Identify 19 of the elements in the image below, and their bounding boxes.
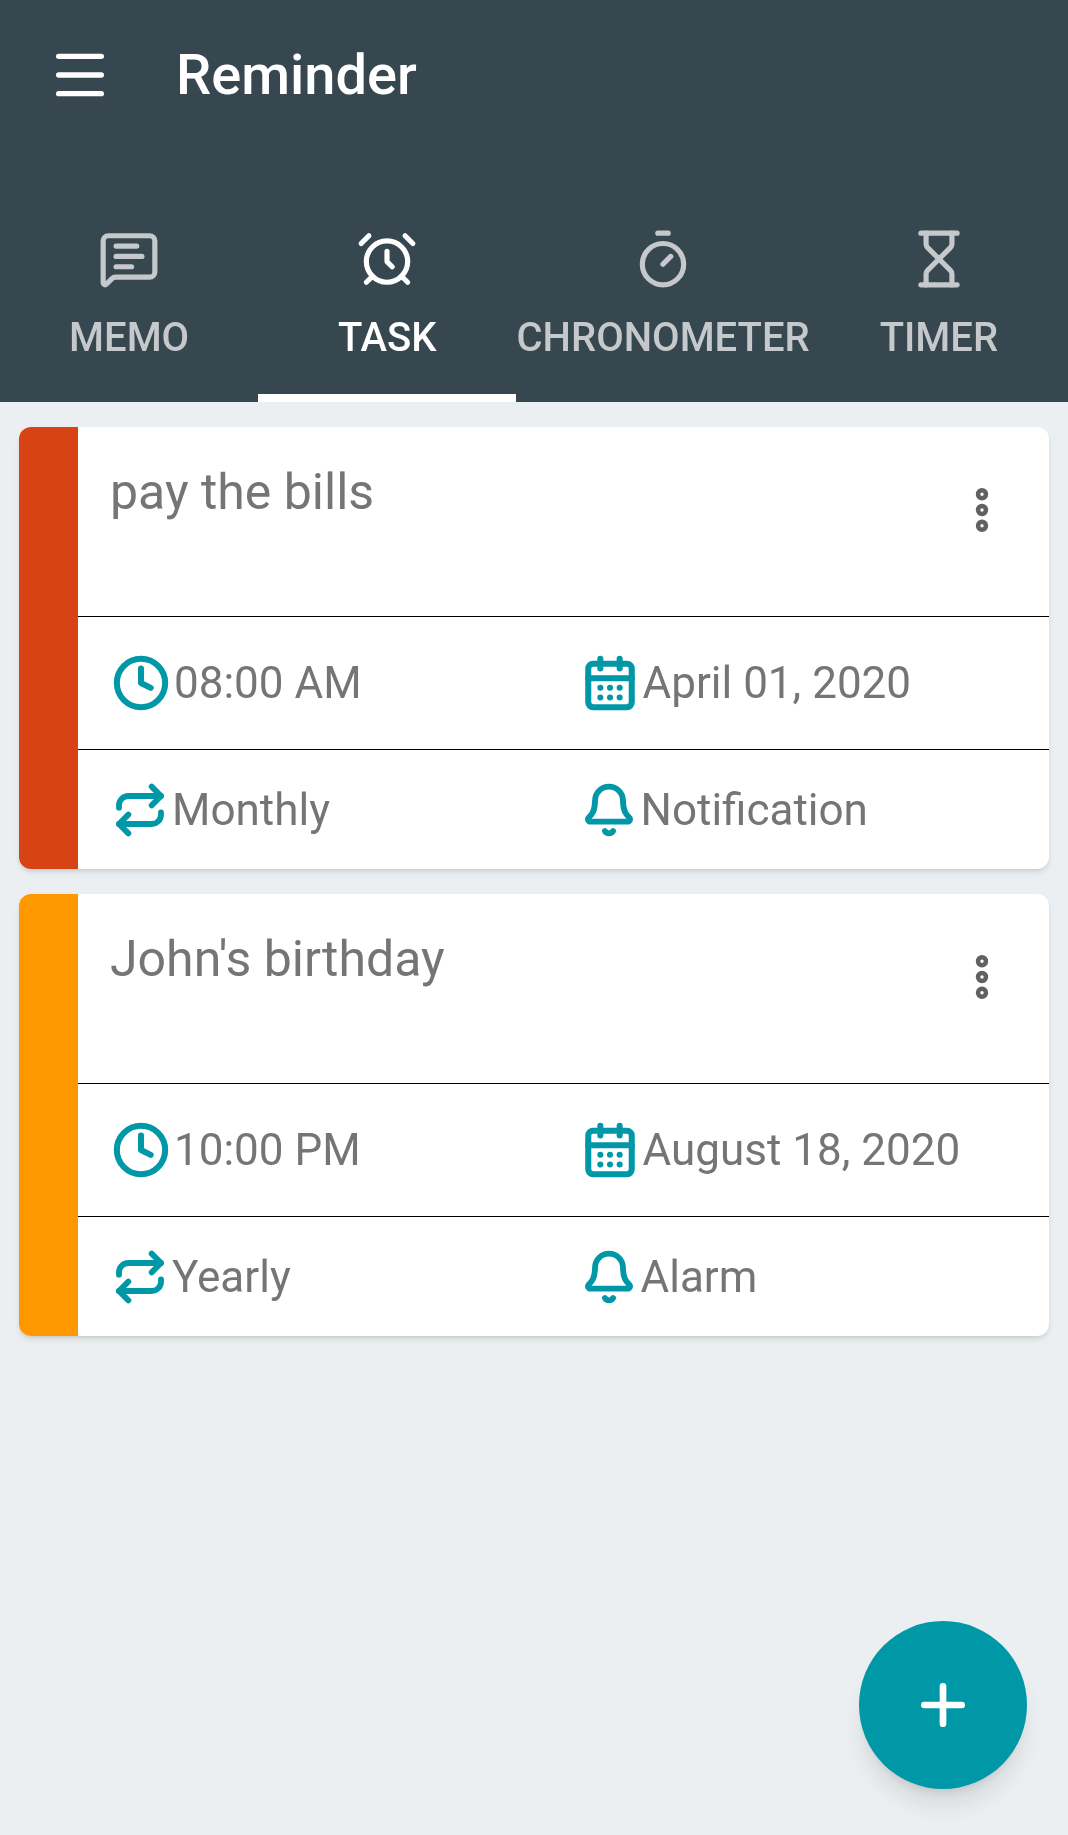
task-card[interactable]: pay the bills 08:00 AM April 01, 2020 Monthly Notification (19, 427, 1049, 869)
tab[interactable]: TASK (258, 150, 517, 402)
tab[interactable]: MEMO (0, 150, 259, 402)
task-detail: April 01, 2020 (642, 656, 912, 711)
task-detail: Yearly (172, 1249, 291, 1305)
task-card[interactable]: John's birthday 10:00 PM August 18, 2020 Yearly Alarm (19, 894, 1049, 1336)
task-detail: 08:00 AM (174, 656, 362, 711)
tab[interactable]: CHRONOMETER (516, 150, 810, 402)
task-title: pay the bills (110, 462, 375, 523)
task-detail: August 18, 2020 (642, 1123, 961, 1178)
task-detail: 10:00 PM (174, 1123, 361, 1178)
clock-icon (112, 1121, 170, 1179)
task-title: John's birthday (110, 929, 445, 990)
task-detail: Alarm (640, 1249, 758, 1305)
task-detail: Monthly (172, 782, 330, 838)
task-detail: Notification (640, 782, 868, 838)
tab[interactable]: TIMER (809, 150, 1068, 402)
app-title: Reminder (176, 41, 417, 110)
clock-icon (112, 654, 170, 712)
